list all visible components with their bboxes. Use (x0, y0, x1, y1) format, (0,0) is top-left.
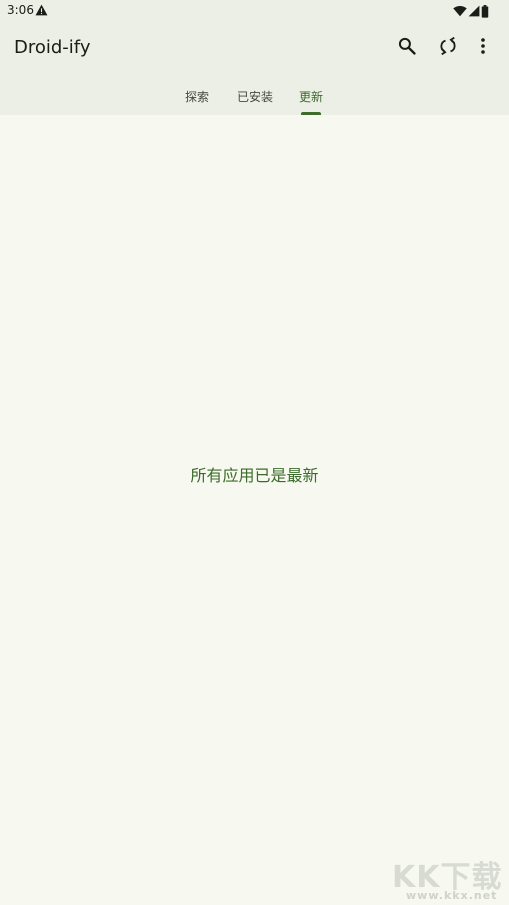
app-title: Droid-ify (14, 37, 91, 58)
status-icons (453, 3, 489, 19)
more-options-button[interactable] (471, 34, 495, 58)
tab-installed[interactable]: 已安装 (237, 88, 273, 105)
wifi-icon (453, 5, 467, 17)
watermark: KK下载 www.kkx.net (392, 852, 507, 902)
status-bar: 3:06 (0, 0, 509, 22)
app-bar: Droid-ify 探索 已安装 更新 (0, 22, 509, 115)
status-time: 3:06 (7, 3, 34, 17)
empty-state-message: 所有应用已是最新 (190, 466, 319, 485)
sync-icon (440, 36, 456, 56)
warning-icon (35, 4, 48, 16)
sync-button[interactable] (436, 34, 460, 58)
search-icon (398, 37, 416, 55)
watermark-url: www.kkx.net (406, 889, 498, 902)
search-button[interactable] (395, 34, 419, 58)
signal-icon (468, 5, 480, 17)
tab-updates[interactable]: 更新 (299, 88, 323, 105)
more-vert-icon (481, 38, 485, 54)
tab-indicator (301, 112, 321, 115)
tab-explore[interactable]: 探索 (185, 88, 209, 105)
tab-bar: 探索 已安装 更新 (0, 85, 509, 115)
battery-icon (481, 4, 489, 18)
